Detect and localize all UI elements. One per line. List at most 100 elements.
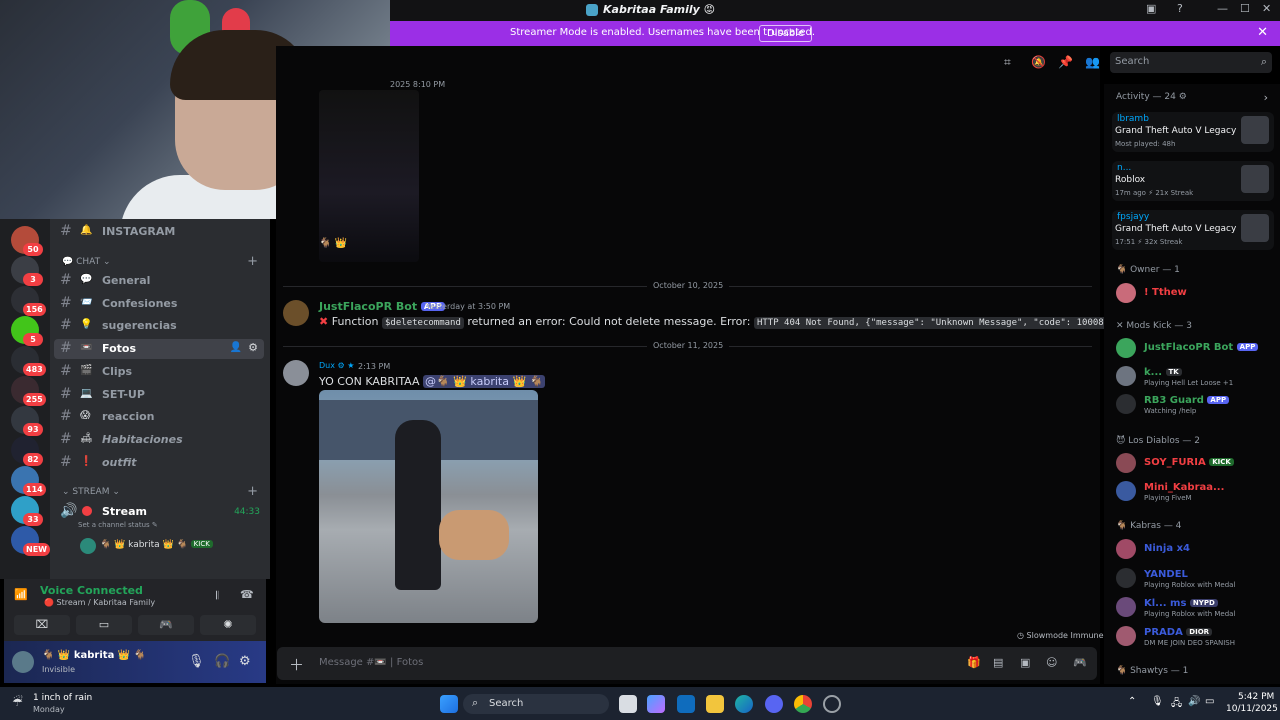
- chevron-right-icon[interactable]: ›: [1264, 91, 1268, 104]
- channel-clips[interactable]: # 🎬 Clips: [54, 362, 264, 382]
- add-channel-icon[interactable]: +: [247, 484, 258, 499]
- disable-button[interactable]: Disable: [759, 25, 813, 42]
- clock-date[interactable]: 10/11/2025: [1226, 704, 1278, 714]
- weather-text[interactable]: 1 inch of rain: [33, 693, 92, 703]
- soundboard-button[interactable]: ✺: [200, 615, 256, 635]
- edge-icon[interactable]: [735, 695, 753, 713]
- member-owner[interactable]: ! Tthew: [1116, 283, 1276, 305]
- notifications-icon[interactable]: 🔕: [1031, 55, 1046, 69]
- message-input[interactable]: Message #📼 | Fotos: [319, 657, 423, 668]
- member-item[interactable]: k... TK Playing Hell Let Loose +1: [1116, 366, 1276, 388]
- member-item[interactable]: Ninja x4: [1116, 539, 1276, 561]
- weather-icon[interactable]: ☔: [12, 695, 23, 709]
- channel-habitaciones[interactable]: # 🛋 Habitaciones: [54, 430, 264, 450]
- member-item[interactable]: YANDEL Playing Roblox with Medal: [1116, 568, 1276, 590]
- channel-outfit[interactable]: # ❗ outfit: [54, 453, 264, 473]
- pin-icon[interactable]: 📌: [1058, 55, 1073, 69]
- channel-general[interactable]: # 💬 General: [54, 271, 264, 291]
- discord-icon[interactable]: [765, 695, 783, 713]
- settings-gear-icon[interactable]: ⚙: [239, 654, 251, 669]
- message-author[interactable]: Dux ⚙ ★: [319, 361, 354, 370]
- network-icon[interactable]: 🖧: [1171, 696, 1182, 713]
- noise-icon[interactable]: 𝄃: [216, 589, 218, 603]
- channel-set-up[interactable]: # 💻 SET-UP: [54, 385, 264, 405]
- minimize-icon[interactable]: —: [1217, 2, 1228, 15]
- category-stream[interactable]: ⌄ STREAM ⌄: [62, 487, 120, 497]
- camera-off-button[interactable]: ⌧: [14, 615, 70, 635]
- member-item[interactable]: RB3 Guard APP Watching /help: [1116, 394, 1276, 416]
- disconnect-icon[interactable]: ☎: [240, 588, 254, 601]
- windows-start-icon[interactable]: [440, 695, 458, 713]
- message-composer[interactable]: ＋ Message #📼 | Fotos 🎁 ▤ ▣ ☺ 🎮: [277, 647, 1097, 680]
- activity-button[interactable]: 🎮: [138, 615, 194, 635]
- add-member-icon[interactable]: 👤: [230, 342, 242, 353]
- server-icon[interactable]: 483: [11, 346, 46, 376]
- sticker-icon[interactable]: ▣: [1020, 656, 1030, 669]
- voice-user[interactable]: 🐐 👑 kabrita 👑 🐐 KICK: [54, 536, 264, 556]
- avatar[interactable]: [283, 360, 309, 386]
- attach-plus-icon[interactable]: ＋: [289, 654, 304, 675]
- server-icon[interactable]: 255: [11, 376, 46, 406]
- avatar[interactable]: [12, 651, 34, 673]
- activity-header[interactable]: Activity — 24 ⚙: [1116, 92, 1187, 102]
- channel-fotos[interactable]: # 📼 Fotos 👤 ⚙: [54, 339, 264, 360]
- taskbar-search[interactable]: ⌕ Search: [463, 694, 609, 714]
- avatar[interactable]: [283, 300, 309, 326]
- member-item[interactable]: PRADA DIOR DM ME JOIN DEO SPANISH: [1116, 626, 1276, 648]
- member-item[interactable]: SOY_FURIA KICK: [1116, 453, 1276, 475]
- search-input[interactable]: Search ⌕: [1110, 52, 1272, 73]
- member-item[interactable]: Mini_Kabraa... Playing FiveM: [1116, 481, 1276, 503]
- gif-icon[interactable]: ▤: [993, 656, 1003, 669]
- inbox-icon[interactable]: ▣: [1146, 2, 1156, 15]
- voice-channel-stream[interactable]: 🔊 Stream 44:33 Set a channel status ✎: [54, 502, 264, 532]
- task-view-icon[interactable]: [619, 695, 637, 713]
- activity-card[interactable]: fpsjayy Grand Theft Auto V Legacy 17:51 ⚡ …: [1112, 210, 1274, 250]
- battery-icon[interactable]: ▭: [1205, 696, 1214, 707]
- clock-time[interactable]: 5:42 PM: [1238, 692, 1274, 702]
- server-icon[interactable]: 156: [11, 286, 46, 316]
- server-icon[interactable]: 5: [11, 316, 43, 346]
- server-icon[interactable]: 114: [11, 466, 46, 496]
- screen-share-button[interactable]: ▭: [76, 615, 132, 635]
- category-chat[interactable]: 💬 CHAT ⌄: [62, 257, 111, 267]
- settings-gear-icon[interactable]: ⚙: [248, 341, 258, 354]
- volume-icon[interactable]: 🔊: [1188, 696, 1200, 707]
- server-icon[interactable]: 50: [11, 226, 43, 256]
- emoji-icon[interactable]: ☺: [1046, 656, 1057, 669]
- banner-close-icon[interactable]: ✕: [1257, 25, 1268, 40]
- gift-icon[interactable]: 🎁: [967, 656, 981, 669]
- message-image[interactable]: [319, 390, 538, 623]
- file-explorer-icon[interactable]: [706, 695, 724, 713]
- server-icon[interactable]: 3: [11, 256, 43, 286]
- member-list-icon[interactable]: 👥: [1085, 55, 1100, 69]
- voice-channel-label[interactable]: 🔴 Stream / Kabritaa Family: [44, 598, 155, 607]
- maximize-icon[interactable]: ☐: [1240, 2, 1250, 15]
- channel-reaccion[interactable]: # 😱 reaccion: [54, 407, 264, 427]
- apps-icon[interactable]: 🎮: [1073, 656, 1087, 669]
- channel-instagram[interactable]: # 🔔 INSTAGRAM: [54, 222, 264, 242]
- server-icon[interactable]: 93: [11, 406, 43, 436]
- add-channel-icon[interactable]: +: [247, 254, 258, 269]
- outlook-icon[interactable]: [677, 695, 695, 713]
- help-icon[interactable]: ?: [1177, 2, 1183, 15]
- activity-card[interactable]: lbramb Grand Theft Auto V Legacy Most play…: [1112, 112, 1274, 152]
- copilot-icon[interactable]: [647, 695, 665, 713]
- app-icon[interactable]: [823, 695, 841, 713]
- threads-icon[interactable]: ⌗: [1004, 55, 1011, 70]
- channel-status[interactable]: Set a channel status ✎: [78, 521, 158, 529]
- user-mention[interactable]: @🐐 👑 kabrita 👑 🐐: [423, 375, 546, 388]
- server-icon[interactable]: 82: [11, 436, 43, 466]
- server-icon[interactable]: 33: [11, 496, 43, 526]
- close-icon[interactable]: ✕: [1262, 2, 1271, 15]
- channel-sugerencias[interactable]: # 💡 sugerencias: [54, 316, 264, 336]
- server-icon[interactable]: NEW: [11, 526, 50, 556]
- message-image[interactable]: [319, 90, 419, 262]
- headphones-icon[interactable]: 🎧: [214, 654, 230, 669]
- microphone-icon[interactable]: 🎙: [188, 654, 205, 669]
- member-item[interactable]: JustFlacoPR Bot APP: [1116, 338, 1276, 360]
- chevron-up-icon[interactable]: ⌃: [1128, 696, 1136, 707]
- username[interactable]: 🐐 👑 kabrita 👑 🐐: [42, 650, 146, 661]
- member-item[interactable]: Kl... ms NYPD Playing Roblox with Medal: [1116, 597, 1276, 619]
- channel-confesiones[interactable]: # 📨 Confesiones: [54, 294, 264, 314]
- chrome-icon[interactable]: [794, 695, 812, 713]
